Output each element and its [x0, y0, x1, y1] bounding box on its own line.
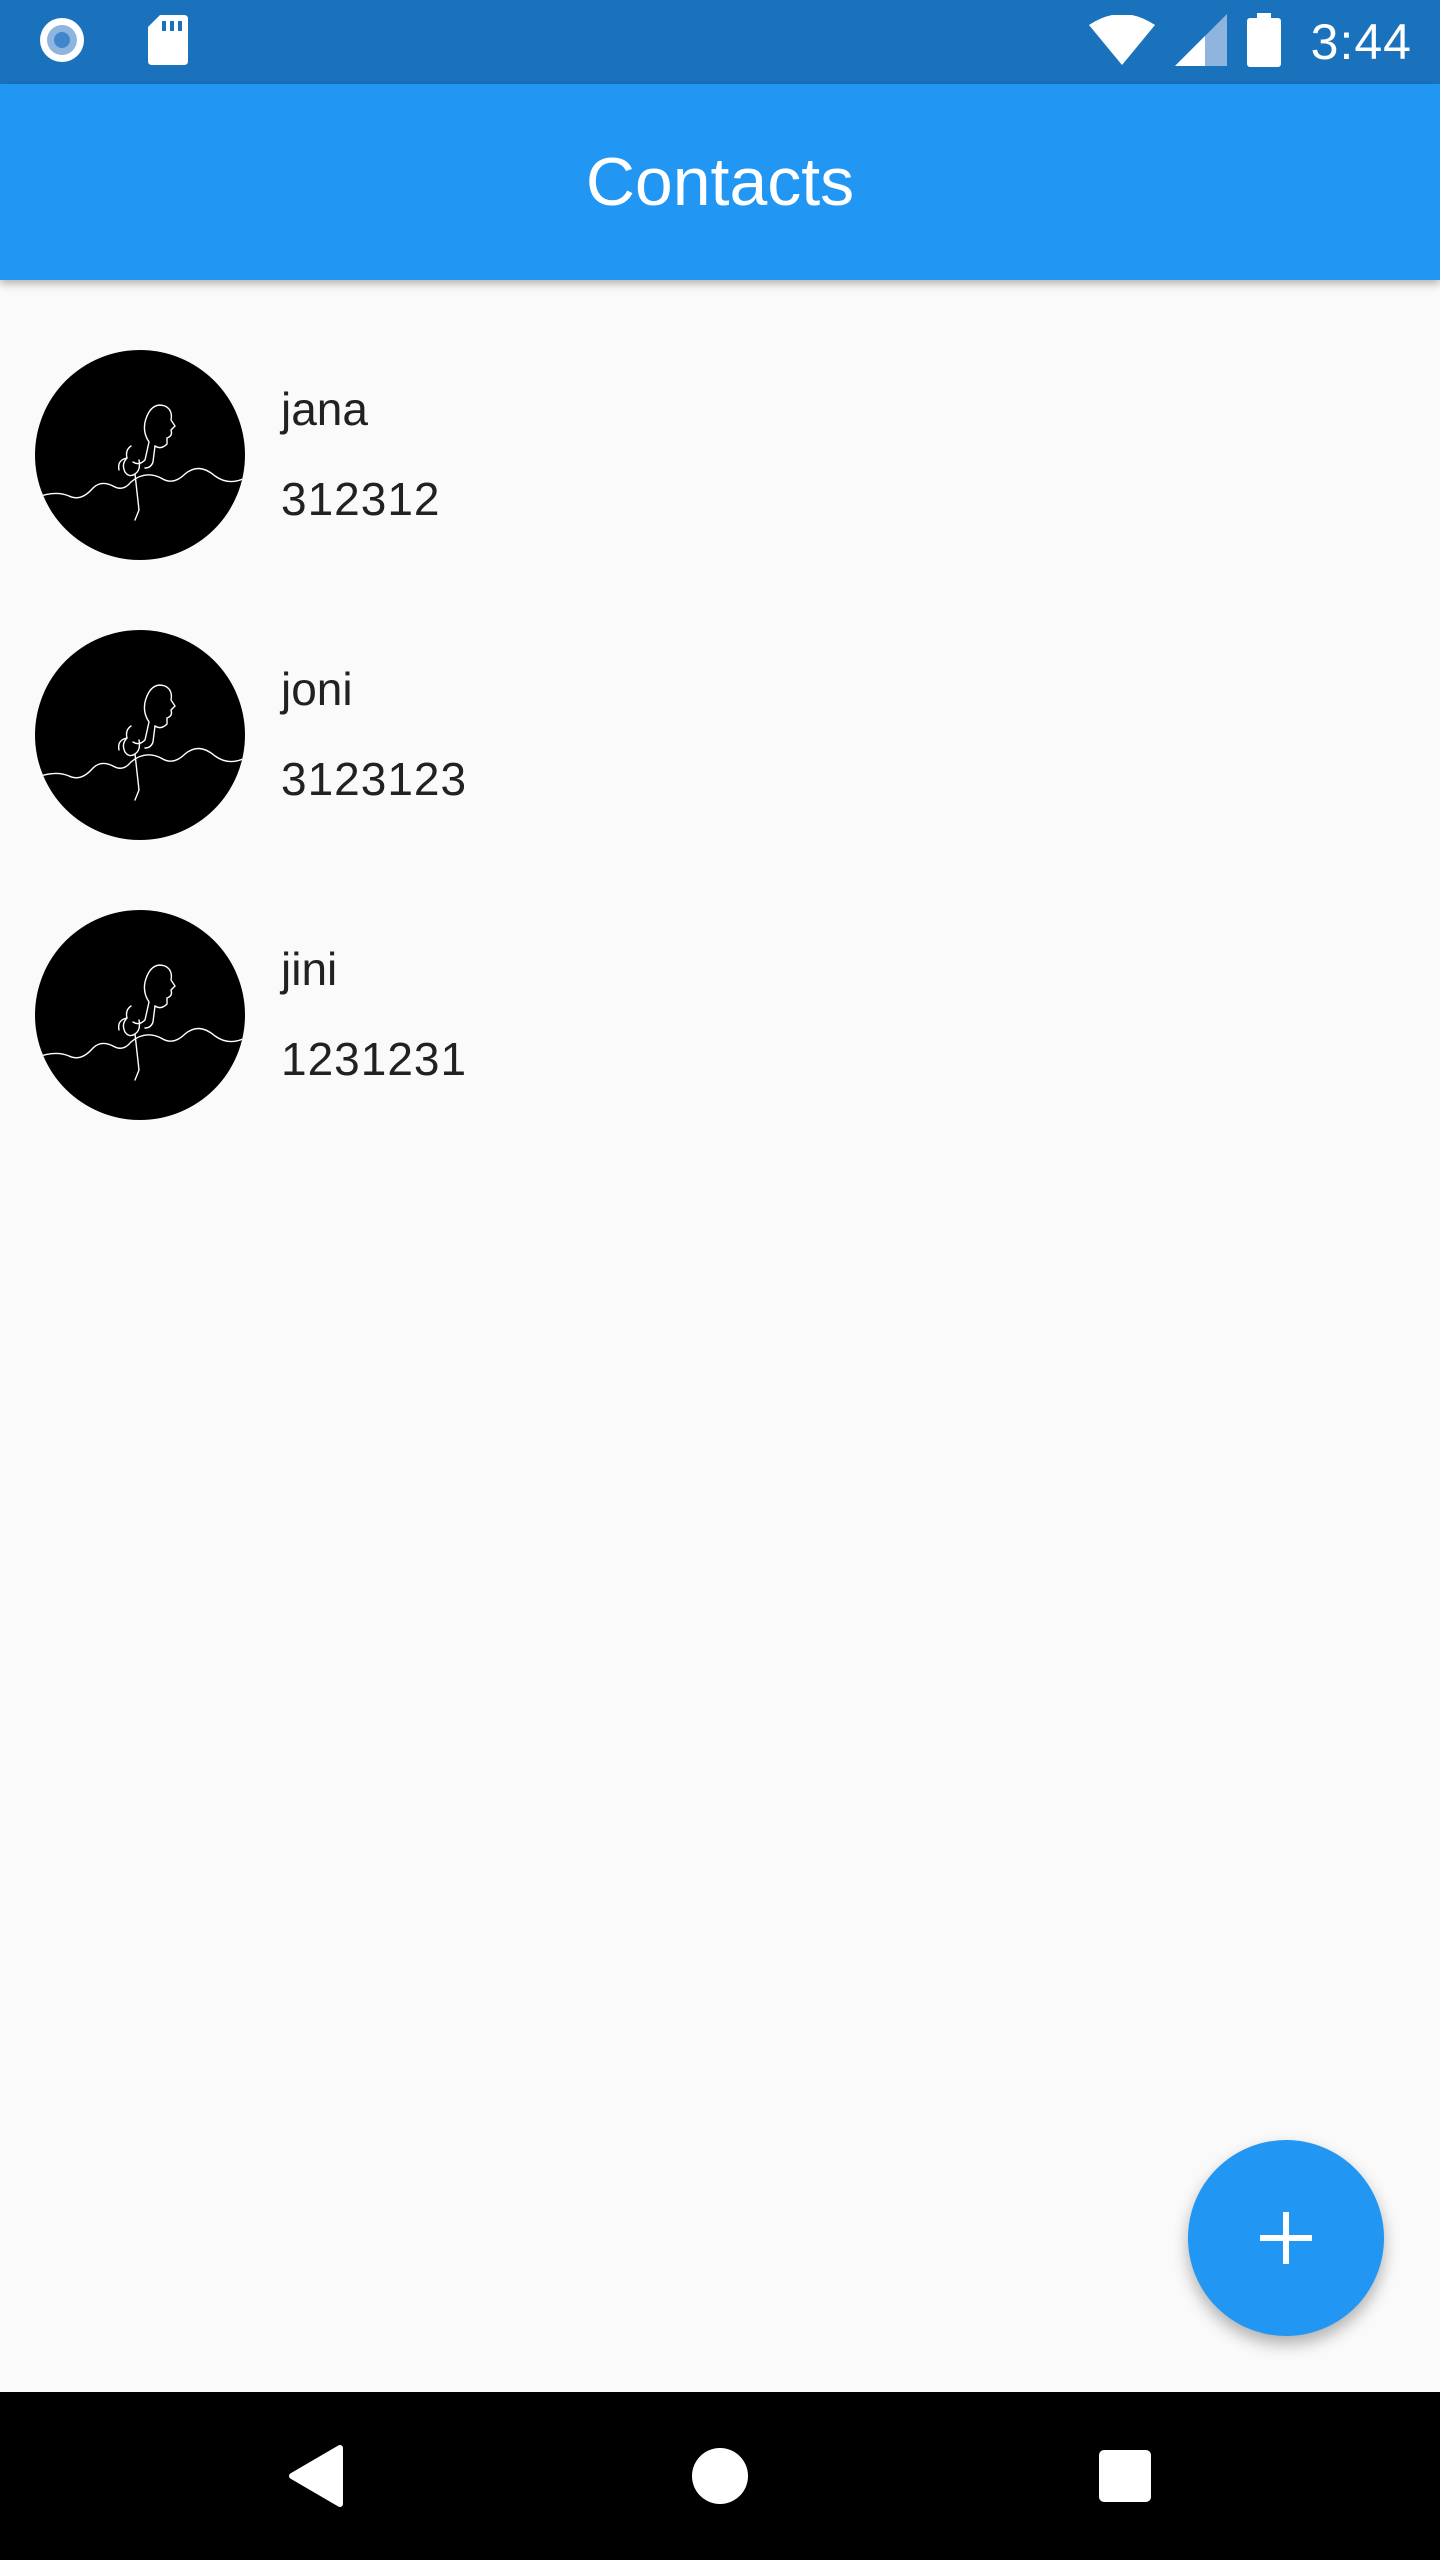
battery-icon — [1246, 12, 1281, 72]
app-bar: Contacts — [0, 84, 1440, 280]
avatar — [35, 350, 245, 560]
status-bar-right: 3:44 — [1088, 10, 1412, 74]
status-bar: 3:44 — [0, 0, 1440, 84]
contact-name: joni — [281, 663, 353, 715]
wifi-icon — [1088, 13, 1155, 70]
home-icon — [692, 2448, 748, 2504]
recents-icon — [1099, 2450, 1151, 2502]
home-button[interactable] — [680, 2436, 760, 2516]
contact-phone: 312312 — [281, 473, 441, 525]
avatar — [35, 910, 245, 1120]
page-title: Contacts — [585, 144, 855, 220]
contact-name: jana — [281, 383, 368, 435]
list-item[interactable]: jini 1231231 — [0, 840, 1440, 1120]
recents-button[interactable] — [1085, 2436, 1165, 2516]
status-bar-left — [36, 14, 190, 70]
plus-icon — [1260, 2212, 1312, 2264]
contact-name: jini — [281, 943, 338, 995]
list-item[interactable]: jana 312312 — [0, 280, 1440, 560]
back-button[interactable] — [276, 2436, 356, 2516]
signal-icon — [1174, 13, 1227, 71]
avatar — [35, 630, 245, 840]
add-contact-button[interactable] — [1188, 2140, 1384, 2336]
list-item[interactable]: joni 3123123 — [0, 560, 1440, 840]
avatar-line-art-icon — [35, 404, 245, 521]
back-icon — [289, 2445, 343, 2507]
navigation-bar — [0, 2392, 1440, 2560]
avatar-line-art-icon — [35, 964, 245, 1081]
contact-phone: 1231231 — [281, 1033, 468, 1085]
contacts-screen: 3:44 Contacts jana 312312 joni 3123123 j… — [0, 0, 1440, 2560]
avatar-line-art-icon — [35, 684, 245, 801]
sd-card-icon — [146, 13, 190, 72]
record-icon — [36, 14, 88, 71]
status-time: 3:44 — [1310, 14, 1412, 70]
contact-phone: 3123123 — [281, 753, 468, 805]
